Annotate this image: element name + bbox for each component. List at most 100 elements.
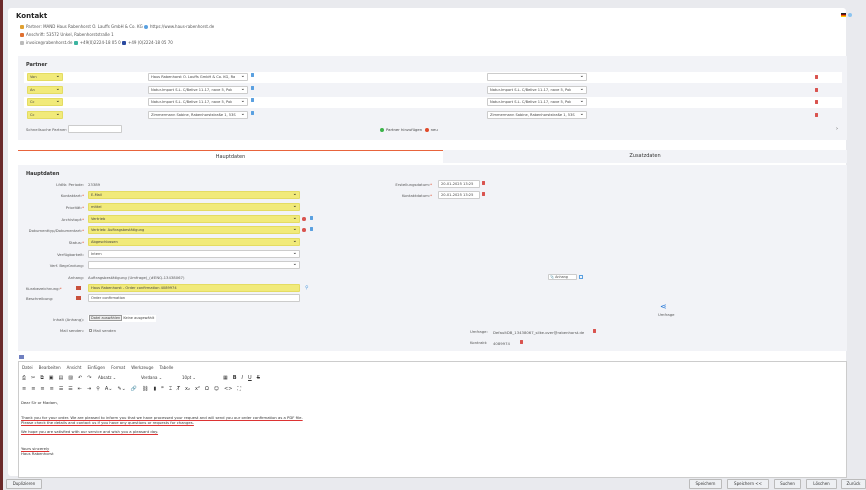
cut-icon[interactable]: ✂ (31, 375, 35, 381)
prioritaet-select[interactable]: mittel (88, 203, 300, 211)
strikethrough-icon[interactable]: S (257, 375, 260, 381)
align-center-icon[interactable]: ≡ (31, 386, 35, 392)
partner-role-select[interactable]: Von (27, 73, 63, 81)
clear-format-icon[interactable]: T̸ (177, 386, 180, 392)
table-icon[interactable]: ▦ (223, 375, 228, 381)
umfrage-value[interactable]: DefaultDB_13438067_silke.over@rabenhorst… (493, 330, 584, 335)
document-icon[interactable] (310, 216, 313, 220)
bullet-list-icon[interactable]: ☰ (59, 386, 63, 392)
partner-left-select[interactable]: Natur-Import S.L. C/Belive 11-17, nave 5… (148, 86, 248, 94)
calendar-icon[interactable] (482, 192, 485, 196)
anhang-button[interactable]: 📎 Anhang (548, 274, 577, 280)
back-button[interactable]: Zurück (841, 479, 866, 489)
bold-icon[interactable]: B (233, 375, 237, 381)
clear-icon[interactable] (302, 228, 306, 232)
link-icon[interactable]: 🔗 (131, 386, 137, 392)
share-icon[interactable]: ⋖ (660, 302, 667, 311)
underline-icon[interactable]: U (248, 375, 252, 381)
partner-left-select[interactable]: Haus Rabenhorst O. Lauffs GmbH & Co. KG,… (148, 73, 248, 81)
mail-checkbox[interactable] (89, 329, 92, 332)
superscript-icon[interactable]: x² (195, 386, 200, 392)
delete-icon[interactable] (520, 340, 523, 344)
tab-zusatzdaten[interactable]: Zusatzdaten (443, 150, 847, 163)
align-left-icon[interactable]: ≡ (22, 386, 26, 392)
partner-right-select[interactable]: Natur-Import S.L. C/Belive 11-17, nave 5… (487, 98, 587, 106)
kontrakt-value[interactable]: 4089974 (493, 341, 510, 346)
kontaktart-select[interactable]: E-Mail (88, 191, 300, 199)
archivtopf-select[interactable]: Vertrieb (88, 215, 300, 223)
uk-flag-icon[interactable] (76, 296, 81, 300)
uk-flag-icon[interactable] (76, 286, 81, 290)
indent-icon[interactable]: ⇥ (87, 386, 91, 392)
delete-icon[interactable] (593, 329, 596, 333)
partner-right-select[interactable]: Natur-Import S.L. C/Belive 11-17, nave 5… (487, 86, 587, 94)
language-flag-icon[interactable] (19, 355, 24, 359)
bookmark-icon[interactable]: ▮ (153, 386, 156, 392)
size-select[interactable]: 10pt ⌄ (182, 375, 218, 380)
new-partner-link[interactable]: neu (431, 127, 438, 132)
partner-left-select[interactable]: Natur-Import S.L. C/Belive 11-17, nave 5… (148, 98, 248, 106)
copy-icon[interactable]: ⧉ (40, 375, 44, 381)
print-icon[interactable]: ⎙ (22, 375, 26, 381)
partner-left-select[interactable]: Zimmermann Sabine, Rabenhorststraße 1, 5… (148, 111, 248, 119)
duplicate-button[interactable]: Duplizieren (6, 479, 42, 489)
editor-menu-item[interactable]: Ansicht (67, 365, 82, 370)
delete-icon[interactable] (815, 75, 818, 79)
info-icon[interactable] (848, 13, 852, 17)
verfuegbarkeit-select[interactable]: Intern (88, 250, 300, 258)
refresh-icon[interactable] (579, 275, 583, 279)
clear-icon[interactable] (302, 217, 306, 221)
subscript-icon[interactable]: x₂ (185, 386, 190, 392)
delete-icon[interactable] (815, 113, 818, 117)
erstellung-input[interactable]: 20-01-2025 13:25 (438, 180, 480, 188)
number-list-icon[interactable]: ☰ (68, 386, 72, 392)
editor-menu-item[interactable]: Werkzeuge (131, 365, 153, 370)
partner-role-select[interactable]: Cc (27, 111, 63, 119)
document-icon[interactable] (251, 73, 254, 77)
beschr-input[interactable]: Order confirmation (88, 294, 300, 302)
chevron-right-icon[interactable]: › (836, 126, 838, 132)
document-icon[interactable] (251, 86, 254, 90)
image-icon[interactable]: ▨ (68, 375, 73, 381)
kurz-input[interactable]: Haus Rabenhorst - Order confirmation 408… (88, 284, 300, 292)
tab-hauptdaten[interactable]: Hauptdaten (18, 150, 443, 163)
text-color-icon[interactable]: A⌄ (105, 386, 113, 392)
doktyp-select[interactable]: Vertrieb: Auftragsbestätigung (88, 226, 300, 234)
block-select[interactable]: Absatz ⌄ (98, 375, 136, 380)
email-link[interactable]: invoice@rabenhorst.de (26, 40, 72, 45)
editor-content[interactable]: Dear Sir or Madam, Thank you for your or… (21, 400, 303, 460)
font-select[interactable]: Verdana ⌄ (141, 375, 177, 380)
redo-icon[interactable]: ↷ (87, 375, 91, 381)
search-icon[interactable]: ⚲ (305, 285, 309, 291)
delete-icon[interactable] (815, 88, 818, 92)
quicksearch-input[interactable] (68, 125, 122, 133)
align-right-icon[interactable]: ≡ (40, 386, 44, 392)
document-icon[interactable] (251, 111, 254, 115)
editor-menu-item[interactable]: Datei (22, 365, 33, 370)
status-select[interactable]: Abgeschlossen (88, 238, 300, 246)
partner-role-select[interactable]: An (27, 86, 63, 94)
undo-icon[interactable]: ↶ (78, 375, 82, 381)
save-back-button[interactable]: Speichern << (727, 479, 769, 489)
document-icon[interactable] (310, 227, 313, 231)
paste-text-icon[interactable]: ▤ (59, 375, 64, 381)
partner-right-select[interactable]: Zimmermann Sabine, Rabenhorststraße 1, 5… (487, 111, 587, 119)
highlight-icon[interactable]: ✎⌄ (117, 386, 125, 392)
delete-icon[interactable] (815, 100, 818, 104)
outdent-icon[interactable]: ⇤ (78, 386, 82, 392)
add-partner-link[interactable]: Partner hinzufügen (386, 127, 422, 132)
file-choose-button[interactable]: Datei auswählen (89, 315, 123, 321)
website-link[interactable]: https://www.haus-rabenhorst.de (150, 24, 214, 29)
editor-menu-item[interactable]: Einfügen (87, 365, 105, 370)
german-flag-icon[interactable] (841, 13, 846, 17)
partner-role-select[interactable]: Cc (27, 98, 63, 106)
kontaktdatum-input[interactable]: 20-01-2025 13:25 (438, 191, 480, 199)
verfbegr-select[interactable] (88, 261, 300, 269)
emoji-icon[interactable]: ☺ (214, 386, 219, 392)
search-button[interactable]: Suchen (774, 479, 801, 489)
editor-menu-item[interactable]: Bearbeiten (39, 365, 61, 370)
paste-icon[interactable]: ▣ (49, 375, 54, 381)
special-char-icon[interactable]: Ω (205, 386, 209, 392)
editor-menu-item[interactable]: Tabelle (159, 365, 173, 370)
find-icon[interactable]: ⚲ (96, 386, 100, 392)
